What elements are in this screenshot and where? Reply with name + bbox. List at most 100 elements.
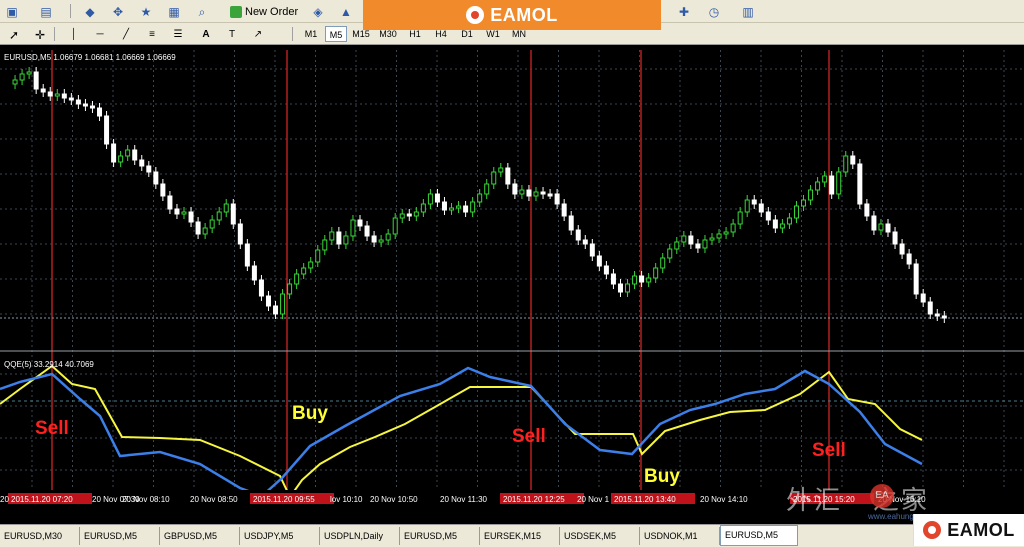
candle-body — [695, 243, 701, 249]
symbol-tab[interactable]: GBPUSD,M5 — [160, 527, 240, 545]
candle-body — [413, 211, 419, 217]
metaeditor-icon[interactable]: ◈ — [308, 2, 328, 22]
candle-body — [441, 201, 447, 211]
watermark-text-left: 外汇 — [786, 486, 843, 516]
periods-icon[interactable]: ◷ — [704, 2, 724, 22]
channel-icon[interactable]: ≡ — [142, 25, 162, 45]
vertical-line-icon[interactable]: │ — [64, 25, 84, 45]
toolbar-separator — [70, 4, 71, 18]
zoom-in-icon[interactable]: ✚ — [674, 2, 694, 22]
candle-body — [427, 193, 433, 205]
candle-body — [47, 91, 53, 97]
eamol-logo-icon — [466, 6, 485, 24]
symbol-tab[interactable]: USDPLN,Daily — [320, 527, 400, 545]
eamol-logo: EAMOL — [466, 5, 558, 26]
candle-body — [786, 217, 792, 225]
candle-body — [258, 279, 264, 297]
candle-body — [793, 205, 799, 219]
symbol-tab[interactable]: EURSEK,M15 — [480, 527, 560, 545]
candle-body — [181, 211, 187, 215]
candle-body — [434, 193, 440, 203]
candle-body — [132, 149, 138, 161]
eamol-banner: EAMOL — [363, 0, 661, 30]
candle-body — [294, 273, 300, 285]
candle-body — [61, 93, 67, 99]
new-order-button[interactable]: New Order — [226, 2, 304, 20]
candle-body — [568, 215, 574, 231]
arrows-tool-icon[interactable]: ↗ — [248, 25, 268, 45]
candle-body — [505, 167, 511, 185]
label-tool-icon[interactable]: T — [222, 25, 242, 45]
horizontal-line-icon[interactable]: ─ — [90, 25, 110, 45]
candle-body — [829, 175, 835, 195]
trendline-icon[interactable]: ╱ — [116, 25, 136, 45]
profiles-icon[interactable]: ▤ — [36, 2, 56, 22]
signal-labels: Sell Buy Sell Buy Sell — [35, 403, 846, 487]
candle-body — [40, 88, 46, 93]
candle-body — [808, 189, 814, 201]
cursor-icon[interactable]: ➚ — [4, 25, 24, 45]
candle-body — [223, 203, 229, 213]
candle-body — [843, 155, 849, 173]
symbol-tab[interactable]: EURUSD,M5 — [400, 527, 480, 545]
candle-body — [216, 211, 222, 221]
candle-body — [364, 225, 370, 237]
candle-body — [202, 227, 208, 235]
symbol-tab[interactable]: EURUSD,M5 — [80, 527, 160, 545]
candle-body — [723, 231, 729, 235]
candle-body — [456, 205, 462, 209]
fibonacci-icon[interactable]: ☰ — [168, 25, 188, 45]
symbol-tab[interactable]: USDJPY,M5 — [240, 527, 320, 545]
candle-body — [265, 295, 271, 307]
candle-body — [850, 155, 856, 165]
candle-body — [702, 239, 708, 249]
timeframe-m5[interactable]: M5 — [325, 26, 347, 42]
market-watch-icon[interactable]: ◆ — [80, 2, 100, 22]
templates-icon[interactable]: ▥ — [738, 2, 758, 22]
toolbar-separator — [54, 27, 55, 41]
candle-body — [758, 203, 764, 213]
candle-body — [519, 189, 525, 195]
candle-body — [709, 237, 715, 241]
terminal-icon[interactable]: ▦ — [164, 2, 184, 22]
candle-body — [632, 275, 638, 285]
signal-label-sell: Sell — [512, 426, 546, 447]
symbol-tab[interactable]: USDSEK,M5 — [560, 527, 640, 545]
candle-body — [19, 73, 25, 81]
candle-body — [378, 239, 384, 243]
candle-body — [660, 257, 666, 269]
symbol-tab[interactable]: EURUSD,M30 — [0, 527, 80, 545]
candle-body — [589, 243, 595, 257]
candle-body — [716, 233, 722, 239]
candle-body — [273, 305, 279, 315]
candle-body — [751, 199, 757, 205]
crosshair-icon[interactable]: ✛ — [30, 25, 50, 45]
navigator-icon[interactable]: ✥ — [108, 2, 128, 22]
new-chart-icon[interactable]: ▣ — [2, 2, 22, 22]
chart-canvas[interactable]: EURUSD,M5 1.06679 1.06681 1.06669 1.0666… — [0, 44, 1024, 506]
candle-body — [920, 293, 926, 303]
symbol-tab[interactable]: EURUSD,M5 — [720, 525, 798, 546]
time-tick-label: 20 Nov 08:50 — [190, 495, 238, 504]
signal-label-sell: Sell — [35, 418, 69, 439]
candle-body — [385, 233, 391, 241]
candle-body — [153, 171, 159, 185]
favorites-icon[interactable]: ★ — [136, 2, 156, 22]
candle-body — [470, 201, 476, 213]
candle-body — [610, 273, 616, 285]
candle-body — [89, 105, 95, 109]
toolbar: ▣ ▤ ◆ ✥ ★ ▦ ⌕ New Order ◈ ▲ ✚ ◷ ▥ ➚ ✛ │ … — [0, 0, 1024, 45]
candle-body — [336, 231, 342, 245]
tester-icon[interactable]: ⌕ — [192, 2, 212, 22]
autotrading-icon[interactable]: ▲ — [336, 2, 356, 22]
candle-body — [315, 249, 321, 263]
candle-body — [97, 107, 103, 117]
chart-area[interactable]: EURUSD,M5 1.06679 1.06681 1.06669 1.0666… — [0, 44, 1024, 506]
symbol-tab[interactable]: USDNOK,M1 — [640, 527, 720, 545]
candle-body — [118, 155, 124, 163]
candle-body — [82, 103, 88, 107]
candle-body — [301, 267, 307, 275]
candle-body — [625, 283, 631, 293]
text-tool-icon[interactable]: A — [196, 25, 216, 45]
timeframe-m1[interactable]: M1 — [300, 26, 322, 42]
